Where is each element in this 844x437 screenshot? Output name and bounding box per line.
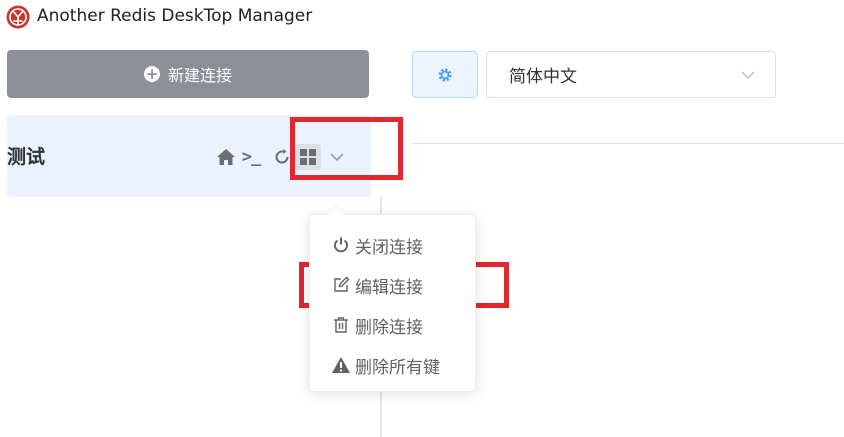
warning-icon xyxy=(331,355,351,375)
trash-icon xyxy=(331,315,351,335)
new-connection-label: 新建连接 xyxy=(167,66,232,85)
menu-item-label: 删除连接 xyxy=(355,317,423,338)
plus-circle-icon: + xyxy=(143,65,160,83)
edit-icon xyxy=(331,275,351,295)
gear-icon xyxy=(438,68,452,81)
menu-item-close-connection[interactable]: 关闭连接 xyxy=(331,232,423,258)
language-selected-value: 简体中文 xyxy=(509,67,577,87)
connection-name: 测试 xyxy=(7,146,46,168)
menu-item-delete-all-keys[interactable]: 删除所有键 xyxy=(331,352,440,378)
menu-item-label: 关闭连接 xyxy=(355,237,423,258)
highlight-box-toolbar xyxy=(290,117,403,180)
chevron-down-icon xyxy=(741,71,755,80)
language-select[interactable]: 简体中文 xyxy=(486,51,776,98)
terminal-icon[interactable]: >_ xyxy=(237,146,265,168)
menu-item-label: 编辑连接 xyxy=(355,277,423,298)
new-connection-button[interactable]: + 新建连接 xyxy=(7,50,369,98)
settings-button[interactable] xyxy=(412,51,478,98)
menu-item-label: 删除所有键 xyxy=(355,357,440,378)
dropdown-arrow xyxy=(327,205,345,223)
window-title: Another Redis DeskTop Manager xyxy=(37,6,313,26)
connection-dropdown-menu: 关闭连接 编辑连接 删除连接 删除所有键 xyxy=(309,205,476,392)
home-icon[interactable] xyxy=(215,146,237,168)
menu-item-delete-connection[interactable]: 删除连接 xyxy=(331,312,423,338)
power-icon xyxy=(331,235,351,255)
header-divider xyxy=(412,143,844,144)
menu-item-edit-connection[interactable]: 编辑连接 xyxy=(331,272,423,298)
title-bar: Another Redis DeskTop Manager xyxy=(0,0,844,34)
redis-logo-icon xyxy=(6,5,30,29)
